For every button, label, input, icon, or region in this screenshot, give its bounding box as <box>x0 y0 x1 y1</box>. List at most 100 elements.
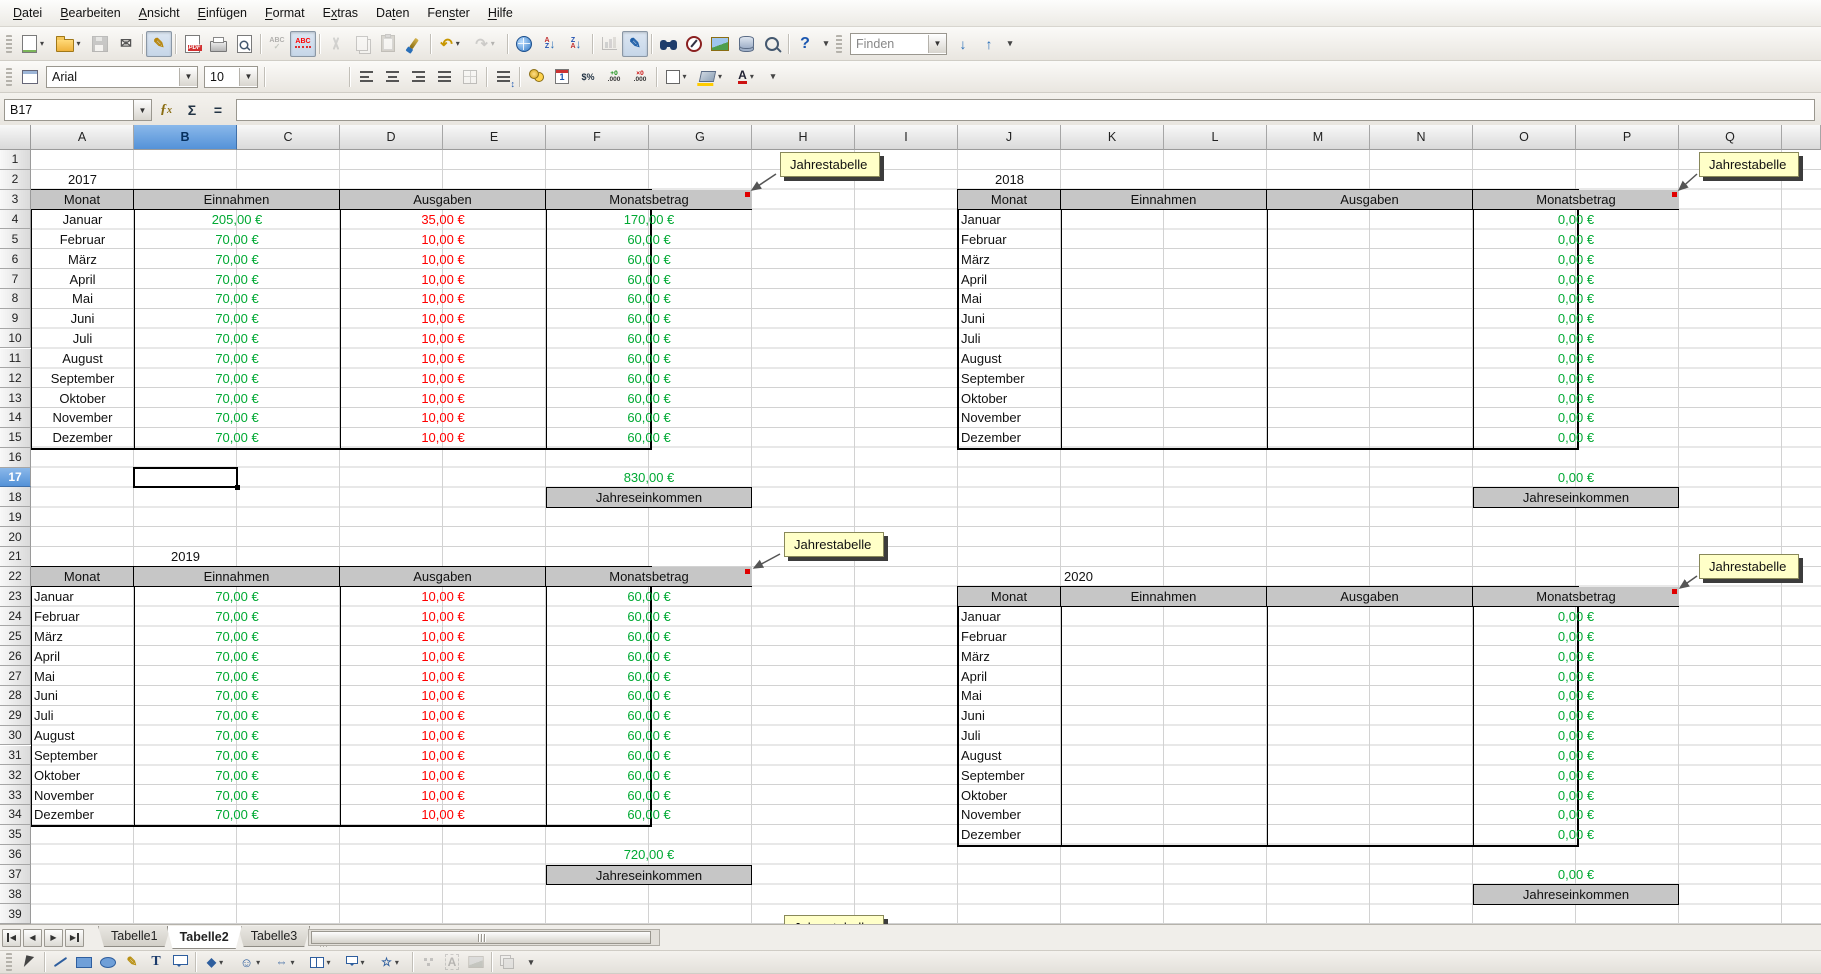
cell-B28[interactable]: 70,00 € <box>134 686 340 706</box>
row-header-26[interactable]: 26 <box>0 646 31 666</box>
cell-F17[interactable]: 830,00 € <box>546 468 752 488</box>
text-button[interactable]: T <box>144 951 168 973</box>
redo-dropdown-icon[interactable]: ▾ <box>488 33 498 55</box>
bold-button[interactable] <box>268 64 294 90</box>
cell-F36[interactable]: 720,00 € <box>546 845 752 865</box>
sheet-tab-tabelle3[interactable]: Tabelle3 <box>238 926 311 947</box>
cell-K23[interactable]: Einnahmen <box>1061 587 1267 607</box>
cell-B15[interactable]: 70,00 € <box>134 428 340 448</box>
cell-D29[interactable]: 10,00 € <box>340 706 546 726</box>
column-header-f[interactable]: F <box>546 125 649 150</box>
find-input[interactable]: Finden▼ <box>850 33 947 55</box>
cell-F31[interactable]: 60,00 € <box>546 746 752 766</box>
save-button[interactable] <box>87 31 113 57</box>
number-percent-button[interactable]: $% <box>575 64 601 90</box>
background-color-dropdown-icon[interactable]: ▾ <box>715 66 725 88</box>
cell-O17[interactable]: 0,00 € <box>1473 468 1679 488</box>
new-document-button[interactable]: ▾ <box>17 31 52 57</box>
sort-ascending-button[interactable]: AZ↓ <box>537 31 563 57</box>
redo-button[interactable]: ↷▾ <box>469 31 504 57</box>
align-right-button[interactable] <box>405 64 431 90</box>
find-replace-button[interactable] <box>655 31 681 57</box>
sort-descending-button[interactable]: ZA↓ <box>563 31 589 57</box>
cell-F29[interactable]: 60,00 € <box>546 706 752 726</box>
cell-D26[interactable]: 10,00 € <box>340 646 546 666</box>
cell-O13[interactable]: 0,00 € <box>1473 388 1679 408</box>
cell-B7[interactable]: 70,00 € <box>134 269 340 289</box>
row-header-37[interactable]: 37 <box>0 865 31 885</box>
menu-extras[interactable]: Extras <box>314 2 367 24</box>
horizontal-scrollbar[interactable] <box>308 929 660 946</box>
find-input-dropdown-icon[interactable]: ▼ <box>928 35 946 53</box>
cell-A22[interactable]: Monat <box>31 567 134 587</box>
toolbar-overflow-button[interactable]: ▾ <box>519 951 543 973</box>
cell-O14[interactable]: 0,00 € <box>1473 408 1679 428</box>
background-color-button[interactable]: ▾ <box>695 64 730 90</box>
cell-O26[interactable]: 0,00 € <box>1473 646 1679 666</box>
cell-F37[interactable]: Jahreseinkommen <box>546 865 752 886</box>
basic-shapes-dropdown-icon[interactable]: ▾ <box>216 951 226 973</box>
row-header-4[interactable]: 4 <box>0 210 31 230</box>
row-header-17[interactable]: 17 <box>0 468 31 488</box>
cell-D4[interactable]: 35,00 € <box>340 210 546 230</box>
cell-K22[interactable]: 2020 <box>1061 567 1164 587</box>
cell-F26[interactable]: 60,00 € <box>546 646 752 666</box>
cell-B4[interactable]: 205,00 € <box>134 210 340 230</box>
font-color-dropdown-icon[interactable]: ▾ <box>747 66 757 88</box>
cell-B8[interactable]: 70,00 € <box>134 289 340 309</box>
column-header-q[interactable]: Q <box>1679 125 1782 150</box>
comment-note[interactable]: Jahrestabelle <box>784 915 884 924</box>
number-currency-button[interactable] <box>523 64 549 90</box>
cell-D27[interactable]: 10,00 € <box>340 666 546 686</box>
cell-F9[interactable]: 60,00 € <box>546 309 752 329</box>
comment-note[interactable]: Jahrestabelle <box>1699 554 1799 579</box>
cell-M23[interactable]: Ausgaben <box>1267 587 1473 607</box>
cell-O18[interactable]: Jahreseinkommen <box>1473 487 1679 508</box>
cell-J33[interactable]: Oktober <box>958 785 1061 805</box>
page-preview-button[interactable] <box>231 31 257 57</box>
row-header-11[interactable]: 11 <box>0 349 31 369</box>
paste-button[interactable] <box>375 31 401 57</box>
select-all-corner[interactable] <box>0 125 31 150</box>
row-header-19[interactable]: 19 <box>0 507 31 527</box>
cell-F34[interactable]: 60,00 € <box>546 805 752 825</box>
spellcheck-button[interactable]: ABC✓ <box>264 31 290 57</box>
delete-decimal-button[interactable]: ×0.000 <box>627 64 653 90</box>
column-header-partial[interactable] <box>1782 125 1821 150</box>
cell-B5[interactable]: 70,00 € <box>134 229 340 249</box>
auto-spellcheck-button[interactable]: ABC <box>290 31 316 57</box>
formula-button[interactable]: = <box>206 98 230 122</box>
cell-O27[interactable]: 0,00 € <box>1473 666 1679 686</box>
data-sources-button[interactable] <box>733 31 759 57</box>
cell-A3[interactable]: Monat <box>31 190 134 210</box>
cell-B26[interactable]: 70,00 € <box>134 646 340 666</box>
cell-A25[interactable]: März <box>31 626 134 646</box>
cell-D23[interactable]: 10,00 € <box>340 587 546 607</box>
cell-J29[interactable]: Juni <box>958 706 1061 726</box>
row-header-23[interactable]: 23 <box>0 587 31 607</box>
menu-fenster[interactable]: Fenster <box>418 2 478 24</box>
cell-J28[interactable]: Mai <box>958 686 1061 706</box>
edit-points-button[interactable] <box>416 951 440 973</box>
column-header-o[interactable]: O <box>1473 125 1576 150</box>
cell-B23[interactable]: 70,00 € <box>134 587 340 607</box>
font-name-combo[interactable]: Arial▼ <box>46 66 198 88</box>
show-draw-functions-button[interactable]: ✎ <box>622 31 648 57</box>
cell-A29[interactable]: Juli <box>31 706 134 726</box>
number-standard-button[interactable]: 1 <box>549 64 575 90</box>
flowchart-dropdown-icon[interactable]: ▾ <box>324 951 334 973</box>
menu-hilfe[interactable]: Hilfe <box>479 2 522 24</box>
cell-O4[interactable]: 0,00 € <box>1473 210 1679 230</box>
cell-J24[interactable]: Januar <box>958 607 1061 627</box>
cell-K3[interactable]: Einnahmen <box>1061 190 1267 210</box>
cell-O5[interactable]: 0,00 € <box>1473 229 1679 249</box>
sheet-nav-last[interactable]: ▶ <box>65 929 84 947</box>
cell-A6[interactable]: März <box>31 249 134 269</box>
column-header-m[interactable]: M <box>1267 125 1370 150</box>
row-header-32[interactable]: 32 <box>0 765 31 785</box>
cell-D15[interactable]: 10,00 € <box>340 428 546 448</box>
row-header-8[interactable]: 8 <box>0 289 31 309</box>
font-name-combo-dropdown-icon[interactable]: ▼ <box>179 68 197 86</box>
row-header-18[interactable]: 18 <box>0 487 31 507</box>
menu-ansicht[interactable]: Ansicht <box>130 2 189 24</box>
